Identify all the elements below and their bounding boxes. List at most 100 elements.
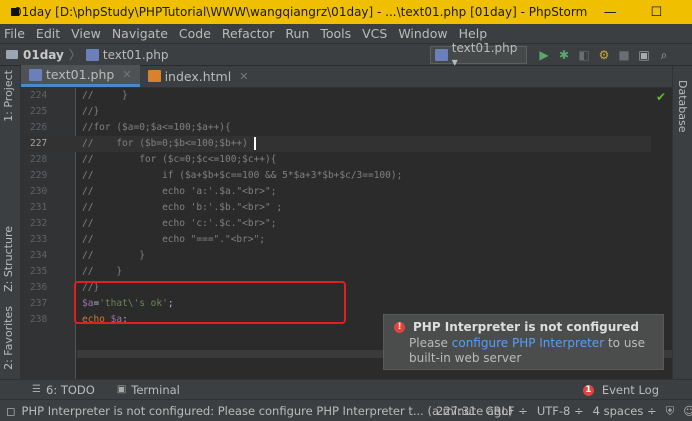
tab-text01-php[interactable]: text01.php ✕ — [21, 65, 140, 87]
comment-text: //} — [82, 106, 100, 117]
tool-tab-terminal[interactable]: ▣ Terminal — [117, 383, 180, 397]
code-text: // echo 'b:'.$b."<br>" ; — [82, 200, 282, 216]
comment-text: // for ($c=0;$c<=100;$c++){ — [82, 154, 277, 165]
encoding-select[interactable]: UTF-8 ÷ — [537, 404, 584, 419]
tool-window-toggle-icon[interactable]: ◻ — [6, 404, 16, 418]
caret-position[interactable]: 227:31 — [436, 404, 476, 419]
code-line[interactable]: 226 //for ($a=0;$a<=100;$a++){ — [21, 120, 651, 136]
tool-tab-todo[interactable]: ☰ 6: TODO — [32, 383, 95, 397]
coverage-icon[interactable]: ◧ — [574, 48, 594, 62]
menu-code[interactable]: Code — [179, 26, 211, 41]
breadcrumb-file[interactable]: text01.php — [103, 48, 169, 62]
terminal-window-icon[interactable]: ▣ — [634, 48, 654, 62]
line-number: 224 — [30, 90, 48, 101]
inspector-icon[interactable]: ☺ — [683, 404, 692, 419]
notification-text-prefix: Please — [409, 336, 452, 350]
menu-file[interactable]: File — [4, 26, 25, 41]
code-line[interactable]: 232 // echo 'c:'.$c."<br>"; — [21, 216, 651, 232]
code-text: // for ($b=0;$b<=100;$b++) — [82, 136, 256, 152]
lock-icon[interactable]: ⛨ — [666, 404, 675, 419]
error-icon: ! — [394, 321, 405, 333]
code-line[interactable]: 229 // if ($a+$b+$c==100 && 5*$a+3*$b+$c/… — [21, 168, 651, 184]
code-line[interactable]: 231 // echo 'b:'.$b."<br>" ; — [21, 200, 651, 216]
line-number: 236 — [30, 282, 48, 293]
comment-text: // } — [82, 90, 128, 101]
tool-tab-project[interactable]: 1: Project — [2, 70, 15, 122]
close-button[interactable]: ✕ — [679, 0, 692, 24]
configure-interpreter-link[interactable]: configure PHP Interpreter — [452, 336, 604, 350]
code-line[interactable]: 233 // echo "==="."<br>"; — [21, 232, 651, 248]
event-log-label: Event Log — [601, 383, 659, 397]
comment-text: //for ($a=0;$a<=100;$a++){ — [82, 122, 231, 133]
notification-balloon: ! PHP Interpreter is not configured Plea… — [383, 314, 664, 370]
code-line[interactable]: 225 //} — [21, 104, 651, 120]
comment-text: // echo "==="."<br>"; — [82, 234, 266, 245]
terminal-icon: ▣ — [116, 384, 127, 395]
menu-tools[interactable]: Tools — [320, 26, 351, 41]
line-number: 234 — [30, 250, 48, 261]
tool-tab-favorites[interactable]: 2: Favorites — [2, 306, 15, 370]
stop-icon[interactable]: ■ — [614, 48, 634, 62]
tool-tab-database[interactable]: Database — [676, 80, 689, 133]
right-tool-strip: Database — [672, 66, 692, 379]
line-number: 227 — [30, 138, 48, 149]
menu-navigate[interactable]: Navigate — [112, 26, 168, 41]
code-text: // echo "==="."<br>"; — [82, 232, 265, 248]
comment-text: // } — [82, 250, 145, 261]
indent-select[interactable]: 4 spaces ÷ — [593, 404, 657, 419]
todo-label: 6: TODO — [45, 382, 95, 397]
minimize-button[interactable]: — — [587, 0, 633, 24]
comment-text: // } — [82, 266, 123, 277]
line-number: 231 — [30, 202, 48, 213]
debug-icon[interactable]: ✱ — [554, 48, 574, 62]
menu-window[interactable]: Window — [398, 26, 447, 41]
tool-tab-event-log[interactable]: 1 Event Log — [582, 383, 659, 397]
maximize-button[interactable]: ☐ — [633, 0, 679, 24]
tab-index-html[interactable]: index.html ✕ — [140, 65, 257, 87]
close-tab-icon[interactable]: ✕ — [239, 70, 248, 83]
code-text: // echo 'c:'.$c."<br>"; — [82, 216, 276, 232]
code-line[interactable]: 234 // } — [21, 248, 651, 264]
bottom-tool-tabs: ☰ 6: TODO ▣ Terminal 1 Event Log — [0, 379, 692, 399]
notification-text-line2: built-in web server — [409, 351, 522, 365]
line-number: 235 — [30, 266, 48, 277]
code-line[interactable]: 227 // for ($b=0;$b<=100;$b++) — [21, 136, 651, 152]
left-tool-strip: 1: Project Z: Structure 2: Favorites — [0, 66, 21, 379]
toolbar-actions: ▶ ✱ ◧ ⚙ ■ ▣ ⌕ — [534, 44, 674, 66]
code-line[interactable]: 235 // } — [21, 264, 651, 280]
comment-text: // echo 'a:'.$a."<br>"; — [82, 186, 277, 197]
status-bar: ◻ PHP Interpreter is not configured: Ple… — [0, 399, 692, 421]
menu-vcs[interactable]: VCS — [362, 26, 387, 41]
menu-edit[interactable]: Edit — [36, 26, 60, 41]
menu-view[interactable]: View — [71, 26, 101, 41]
menu-refactor[interactable]: Refactor — [222, 26, 274, 41]
list-icon: ☰ — [32, 384, 41, 395]
line-number: 238 — [30, 314, 48, 325]
menu-bar: File Edit View Navigate Code Refactor Ru… — [0, 24, 692, 44]
code-text: //} — [82, 104, 99, 120]
search-icon[interactable]: ⌕ — [654, 48, 674, 63]
code-text: //for ($a=0;$a<=100;$a++){ — [82, 120, 231, 136]
line-number: 230 — [30, 186, 48, 197]
php-file-icon — [29, 68, 42, 81]
tool-tab-structure[interactable]: Z: Structure — [2, 226, 15, 292]
menu-help[interactable]: Help — [459, 26, 488, 41]
run-configuration-label: text01.php ▾ — [451, 41, 518, 69]
profiler-icon[interactable]: ⚙ — [594, 48, 614, 62]
line-number: 237 — [30, 298, 48, 309]
code-text: // } — [82, 264, 122, 280]
code-line[interactable]: 228 // for ($c=0;$c<=100;$c++){ — [21, 152, 651, 168]
menu-run[interactable]: Run — [285, 26, 309, 41]
php-file-icon — [85, 48, 99, 61]
line-separator-select[interactable]: CRLF ÷ — [485, 404, 527, 419]
run-icon[interactable]: ▶ — [534, 48, 554, 62]
code-text: // } — [82, 248, 145, 264]
tab-label: text01.php — [46, 67, 115, 82]
window-title: 01day [D:\phpStudy\PHPTutorial\WWW\wangq… — [14, 5, 588, 19]
run-configuration-select[interactable]: text01.php ▾ — [430, 41, 527, 69]
code-line[interactable]: 230 // echo 'a:'.$a."<br>"; — [21, 184, 651, 200]
breadcrumb-project[interactable]: 01day — [23, 48, 64, 62]
comment-text: // echo 'b:'.$b."<br>" ; — [82, 202, 283, 213]
code-line[interactable]: 224 // } — [21, 88, 651, 104]
close-tab-icon[interactable]: ✕ — [122, 68, 131, 81]
